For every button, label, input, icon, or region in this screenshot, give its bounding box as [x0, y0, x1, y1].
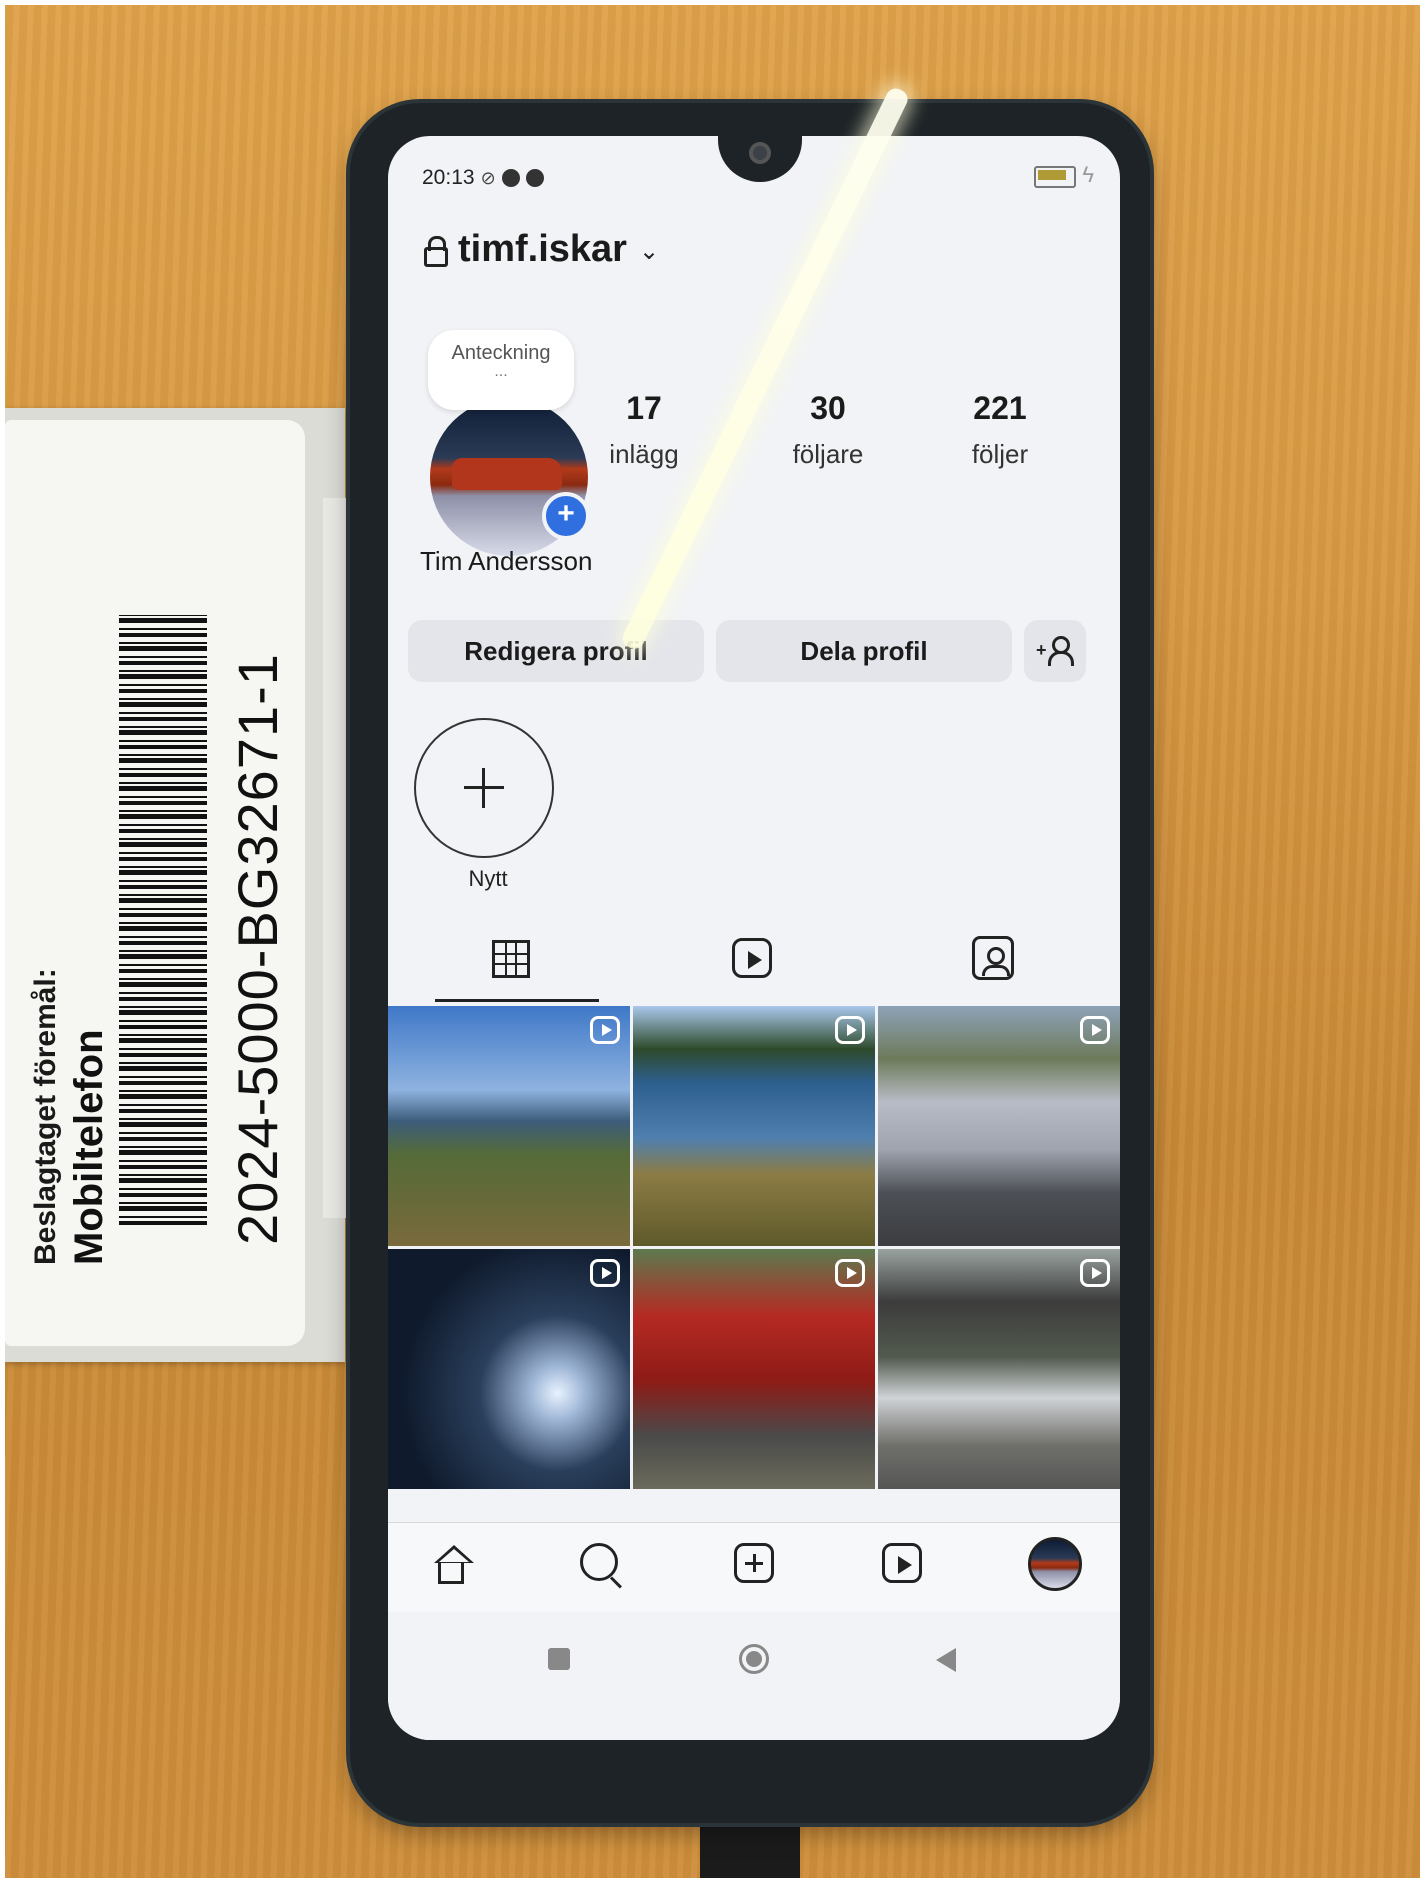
post-thumbnail[interactable] [878, 1249, 1120, 1489]
status-bar: 20:13 ⊘ [422, 166, 544, 190]
evidence-label-item: Mobiltelefon [67, 1029, 111, 1265]
post-thumbnail[interactable] [633, 1249, 875, 1489]
stat-following[interactable]: 221 följer [930, 390, 1070, 470]
stat-value: 17 [626, 390, 662, 426]
notification-icon [501, 169, 520, 187]
reel-icon [835, 1016, 865, 1044]
tagged-icon[interactable] [972, 936, 1014, 980]
grid-icon[interactable] [435, 940, 599, 1002]
mute-icon: ⊘ [480, 167, 496, 188]
note-label: Anteckning [451, 342, 551, 364]
note-bubble[interactable]: Anteckning ... [428, 330, 574, 410]
add-person-icon: + [1036, 636, 1074, 666]
new-highlight-label: Nytt [468, 866, 508, 891]
search-icon[interactable] [580, 1543, 618, 1581]
status-time: 20:13 [422, 166, 475, 189]
create-icon[interactable] [734, 1543, 774, 1583]
stat-value: 221 [973, 390, 1027, 426]
charging-icon: ϟ [1082, 162, 1094, 187]
evidence-label-content: Beslagtaget föremål: Mobiltelefon 2024-5… [15, 505, 305, 1265]
username: timf.iskar [458, 228, 627, 270]
battery-icon [1034, 166, 1076, 188]
back-icon[interactable] [936, 1648, 956, 1672]
stat-label: följer [971, 439, 1029, 469]
bottom-nav [388, 1522, 1120, 1613]
chevron-down-icon: ⌄ [638, 238, 660, 265]
reels-nav-icon[interactable] [882, 1543, 922, 1583]
reel-icon [835, 1259, 865, 1287]
stat-value: 30 [810, 390, 846, 426]
post-thumbnail[interactable] [388, 1006, 630, 1246]
stat-label: följare [792, 439, 864, 469]
reel-icon [1080, 1016, 1110, 1044]
post-thumbnail[interactable] [633, 1006, 875, 1246]
post-thumbnail[interactable] [388, 1249, 630, 1489]
full-name: Tim Andersson [420, 546, 593, 576]
reel-icon [1080, 1259, 1110, 1287]
posts-grid [388, 1006, 1120, 1526]
note-dots: ... [494, 363, 508, 380]
system-home-icon[interactable] [739, 1644, 769, 1674]
lock-icon [424, 235, 448, 267]
camera-notch [718, 136, 802, 182]
add-story-icon[interactable]: + [542, 492, 590, 540]
avatar-car-photo [452, 458, 562, 490]
profile-tabs [388, 926, 1120, 1002]
notification-icon [525, 169, 544, 187]
account-switcher[interactable]: timf.iskar ⌄ [424, 228, 659, 271]
stat-posts[interactable]: 17 inlägg [574, 390, 714, 470]
reel-icon [590, 1259, 620, 1287]
share-profile-button[interactable]: Dela profil [716, 620, 1012, 682]
new-highlight-button[interactable] [414, 718, 554, 858]
reel-icon [590, 1016, 620, 1044]
profile-avatar-icon[interactable] [1028, 1537, 1082, 1591]
evidence-label-number: 2024-5000-BG32671-1 [226, 653, 289, 1245]
stat-followers[interactable]: 30 följare [758, 390, 898, 470]
barcode [119, 615, 207, 1225]
reels-icon[interactable] [732, 938, 772, 978]
discover-people-button[interactable]: + [1024, 620, 1086, 682]
post-thumbnail[interactable] [878, 1006, 1120, 1246]
home-icon[interactable] [432, 1545, 474, 1585]
system-navigation-bar [388, 1612, 1120, 1740]
evidence-label-title: Beslagtaget föremål: [29, 968, 62, 1265]
stat-label: inlägg [609, 439, 679, 469]
recent-apps-icon[interactable] [548, 1648, 570, 1670]
edit-profile-button[interactable]: Redigera profil [408, 620, 704, 682]
